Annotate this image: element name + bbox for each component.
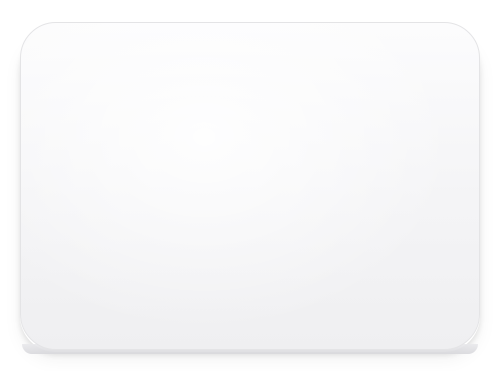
- product-image-stage: [0, 0, 500, 371]
- trackpad-surface: [20, 22, 480, 350]
